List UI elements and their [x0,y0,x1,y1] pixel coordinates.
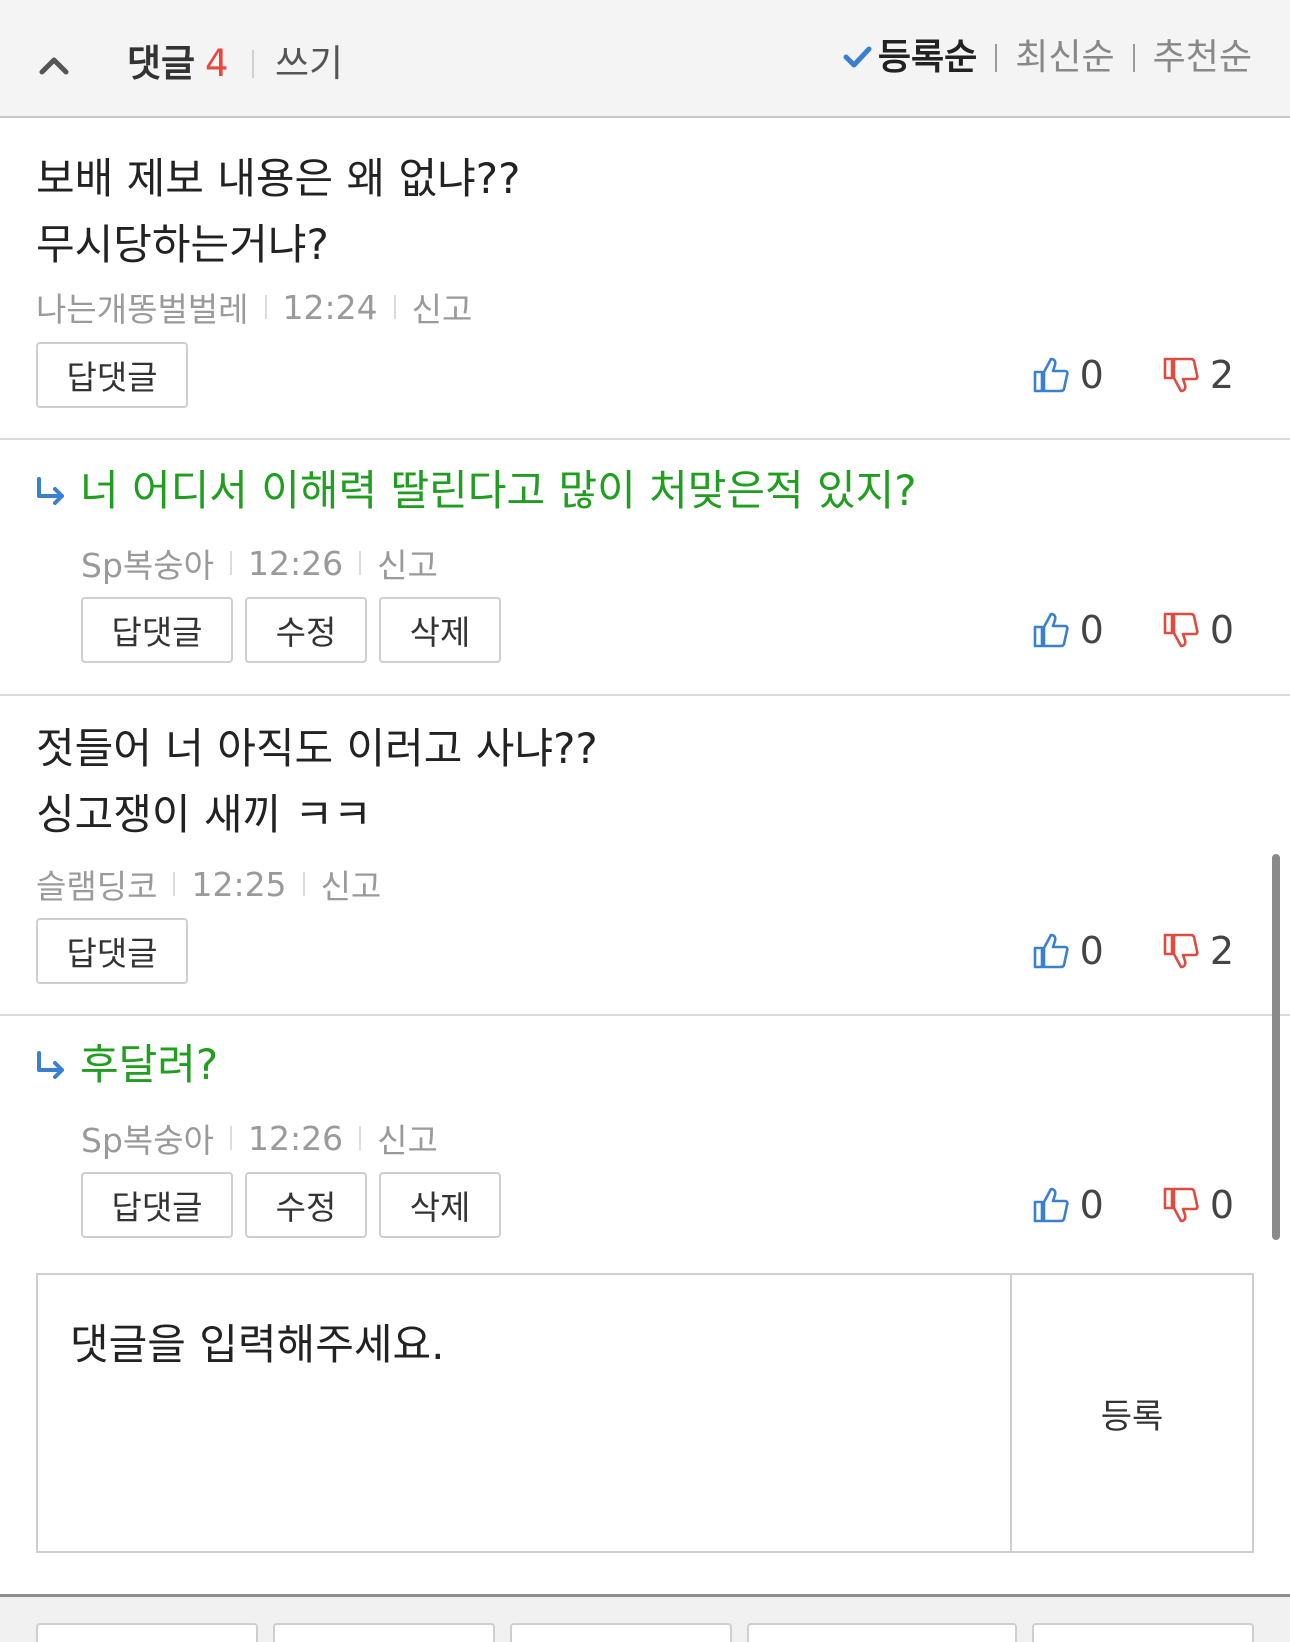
comment-actions: 답댓글 수정 삭제 [81,597,501,663]
report-link[interactable]: 신고 [377,539,438,587]
comment-form: 등록 [36,1273,1254,1553]
comment-time: 12:25 [191,864,287,904]
like-count: 0 [1079,353,1104,397]
toolbar-button[interactable] [36,1623,258,1642]
reply-item: 후달려? Sp복숭아 12:26 신고 답댓글 수정 삭제 0 0 [0,1016,1290,1256]
dislike-button[interactable]: 2 [1162,353,1234,397]
report-link[interactable]: 신고 [377,1114,438,1162]
edit-button[interactable]: 수정 [245,1172,367,1238]
comment-meta: Sp복숭아 12:26 신고 [81,539,438,587]
divider [359,1126,362,1150]
comment-time: 12:26 [247,543,344,583]
divider [252,50,254,78]
comment-meta: 슬램딩코 12:25 신고 [36,860,382,908]
check-icon [843,46,872,68]
thumbs-down-icon [1163,933,1199,969]
comment-actions: 답댓글 [36,342,188,408]
dislike-button[interactable]: 0 [1162,1183,1234,1227]
divider [173,872,176,896]
thumbs-up-icon [1033,612,1069,648]
comments-title: 댓글 [127,42,196,85]
toolbar-button[interactable] [1032,1623,1254,1642]
like-count: 0 [1079,929,1104,973]
dislike-count: 2 [1209,929,1234,973]
comment-votes: 0 0 [1032,1172,1234,1238]
thumbs-up-icon [1033,357,1069,393]
like-button[interactable]: 0 [1032,608,1104,652]
comment-author[interactable]: Sp복숭아 [81,539,214,587]
delete-button[interactable]: 삭제 [379,597,501,663]
reply-arrow-icon [37,1051,64,1079]
reply-button[interactable]: 답댓글 [36,342,188,408]
dislike-button[interactable]: 0 [1162,608,1234,652]
comments-header: 댓글 4 쓰기 등록순 최신순 추천순 [0,0,1290,118]
comment-time: 12:26 [247,1118,344,1158]
comments-count: 4 [205,42,229,85]
scrollbar[interactable] [1272,854,1280,1240]
like-button[interactable]: 0 [1032,1183,1104,1227]
comment-meta: 나는개똥벌벌레 12:24 신고 [36,283,473,331]
write-comment-link[interactable]: 쓰기 [275,38,343,90]
like-button[interactable]: 0 [1032,929,1104,973]
toolbar-button[interactable] [510,1623,732,1642]
dislike-count: 0 [1209,1183,1234,1227]
comment-author[interactable]: 나는개똥벌벌레 [36,283,249,331]
report-link[interactable]: 신고 [321,860,382,908]
divider [1132,44,1135,72]
sort-options: 등록순 최신순 추천순 [842,32,1252,84]
comment-author[interactable]: Sp복숭아 [81,1114,214,1162]
thumbs-down-icon [1163,357,1199,393]
dislike-count: 0 [1209,608,1234,652]
thumbs-down-icon [1163,612,1199,648]
reply-button[interactable]: 답댓글 [81,1172,233,1238]
like-count: 0 [1079,608,1104,652]
sort-recommended[interactable]: 추천순 [1153,32,1252,84]
divider [995,44,998,72]
comment-meta: Sp복숭아 12:26 신고 [81,1114,438,1162]
divider [359,551,362,575]
like-count: 0 [1079,1183,1104,1227]
comment-actions: 답댓글 [36,918,188,984]
sort-registered[interactable]: 등록순 [878,32,977,84]
comment-text: 너 어디서 이해력 딸린다고 많이 처맞은적 있지? [80,466,917,515]
comment-votes: 0 2 [1032,918,1234,984]
toolbar-button[interactable] [747,1623,1017,1642]
divider [302,872,305,896]
reply-arrow-icon [37,477,64,505]
thumbs-down-icon [1163,1187,1199,1223]
submit-comment-button[interactable]: 등록 [1012,1275,1252,1551]
chevron-up-icon[interactable] [36,48,72,84]
comment-votes: 0 2 [1032,342,1234,408]
comment-time: 12:24 [282,287,378,327]
dislike-button[interactable]: 2 [1162,929,1234,973]
edit-button[interactable]: 수정 [245,597,367,663]
reply-button[interactable]: 답댓글 [36,918,188,984]
comment-input[interactable] [38,1275,1012,1551]
comment-text: 젓들어 너 아직도 이러고 사냐?? 싱고쟁이 새끼 ㅋㅋ [36,724,598,839]
comment-actions: 답댓글 수정 삭제 [81,1172,501,1238]
reply-button[interactable]: 답댓글 [81,597,233,663]
toolbar-button[interactable] [273,1623,495,1642]
delete-button[interactable]: 삭제 [379,1172,501,1238]
comment-item: 보배 제보 내용은 왜 없냐?? 무시당하는거냐? 나는개똥벌벌레 12:24 … [0,120,1290,440]
thumbs-up-icon [1033,933,1069,969]
comment-item: 젓들어 너 아직도 이러고 사냐?? 싱고쟁이 새끼 ㅋㅋ 슬램딩코 12:25… [0,696,1290,1016]
comment-text: 보배 제보 내용은 왜 없냐?? 무시당하는거냐? [36,154,521,269]
dislike-count: 2 [1209,353,1234,397]
thumbs-up-icon [1033,1187,1069,1223]
divider [229,1126,232,1150]
divider [264,295,267,319]
comment-author[interactable]: 슬램딩코 [36,860,157,908]
comment-text: 후달려? [80,1040,219,1089]
divider [229,551,232,575]
reply-item: 너 어디서 이해력 딸린다고 많이 처맞은적 있지? Sp복숭아 12:26 신… [0,440,1290,696]
bottom-toolbar [0,1594,1290,1642]
sort-latest[interactable]: 최신순 [1015,32,1114,84]
like-button[interactable]: 0 [1032,353,1104,397]
divider [393,295,396,319]
report-link[interactable]: 신고 [412,283,473,331]
comment-votes: 0 0 [1032,597,1234,663]
